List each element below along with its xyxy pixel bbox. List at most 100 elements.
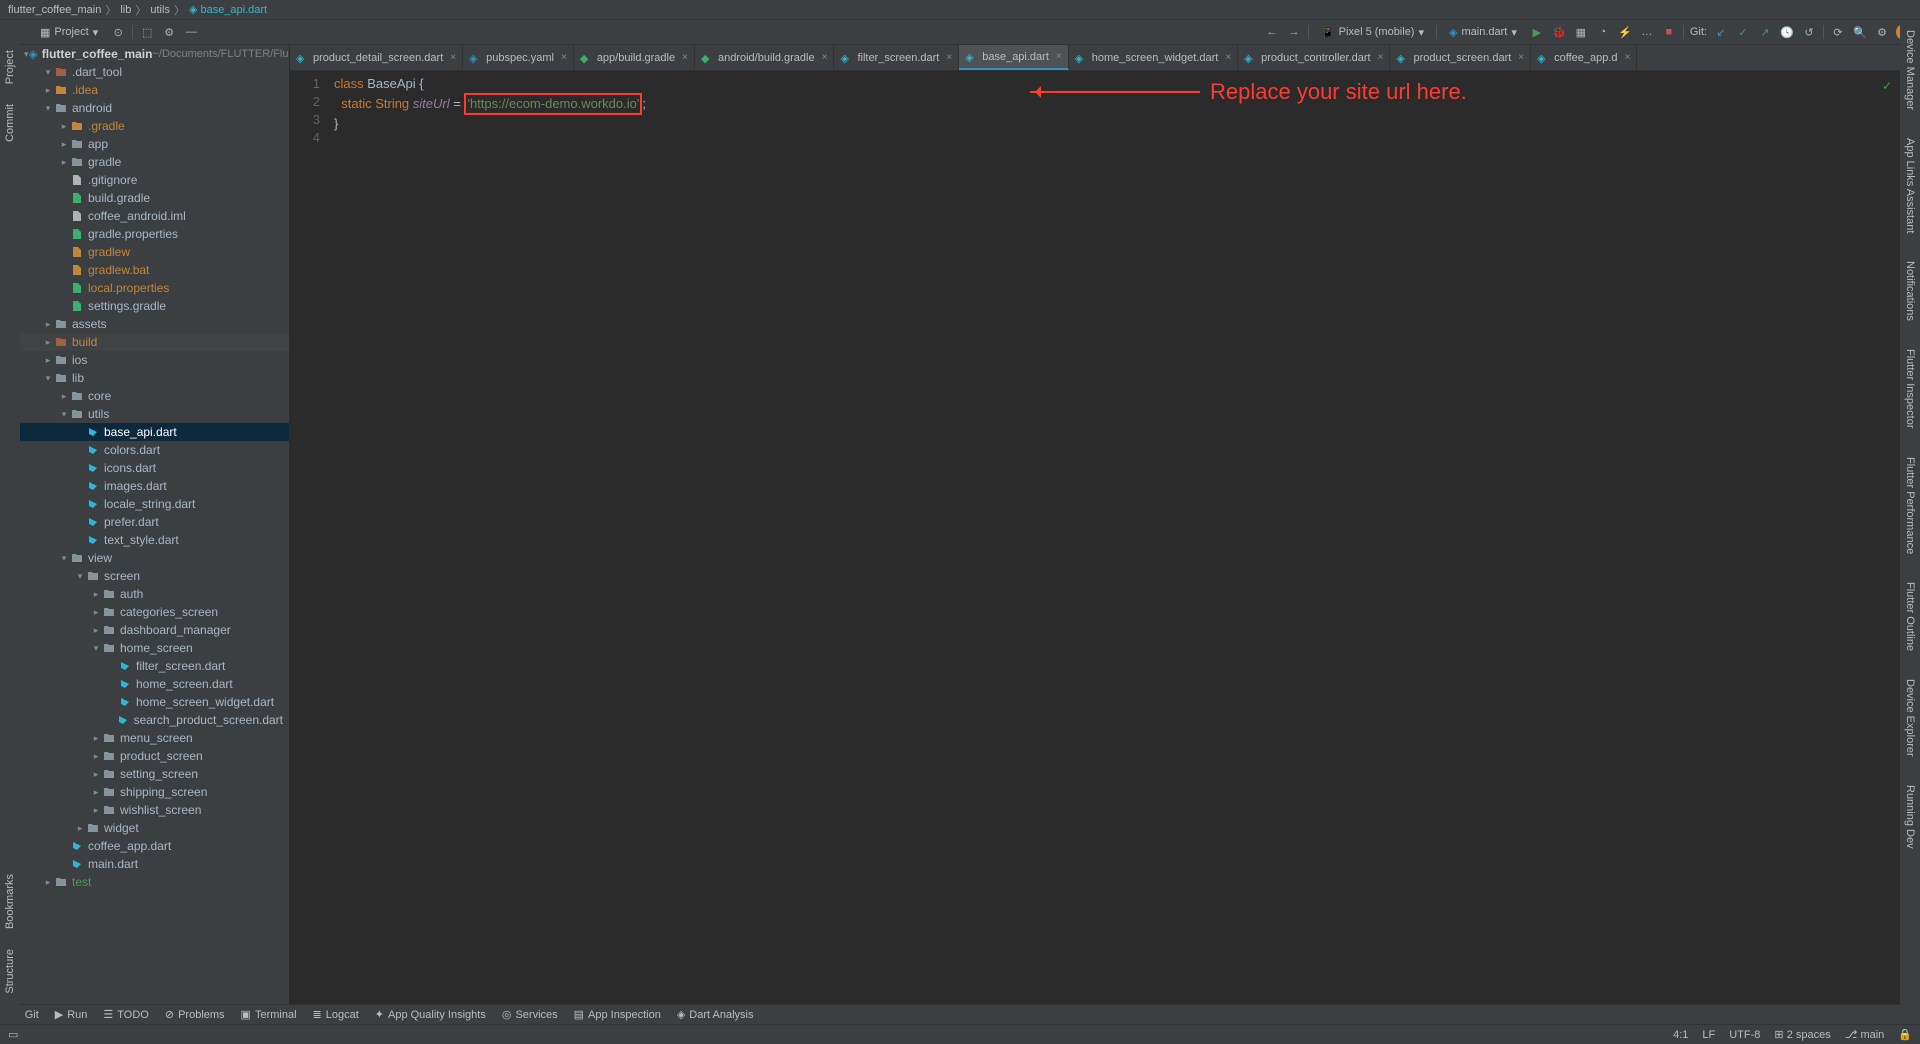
tree-item-coffee_app-dart[interactable]: coffee_app.dart xyxy=(20,837,289,855)
right-tab-flutter-outline[interactable]: Flutter Outline xyxy=(1904,582,1916,651)
tool-todo[interactable]: ☰ TODO xyxy=(103,1008,148,1021)
tree-item-auth[interactable]: ▸auth xyxy=(20,585,289,603)
tree-item-text_style-dart[interactable]: text_style.dart xyxy=(20,531,289,549)
close-tab-icon[interactable]: × xyxy=(1056,51,1062,62)
sync-icon[interactable]: ⟳ xyxy=(1830,24,1846,40)
left-tab-structure[interactable]: Structure xyxy=(4,949,16,994)
editor-tab-android-build-gradle[interactable]: ◆android/build.gradle× xyxy=(695,45,834,70)
left-tab-commit[interactable]: Commit xyxy=(4,104,16,142)
tree-item-icons-dart[interactable]: icons.dart xyxy=(20,459,289,477)
tree-item-filter_screen-dart[interactable]: filter_screen.dart xyxy=(20,657,289,675)
tool-app-inspection[interactable]: ▤ App Inspection xyxy=(574,1008,661,1021)
tree-item-ios[interactable]: ▸ios xyxy=(20,351,289,369)
tree-item-settings-gradle[interactable]: settings.gradle xyxy=(20,297,289,315)
attach-icon[interactable]: … xyxy=(1639,24,1655,40)
tool-run[interactable]: ▶ Run xyxy=(55,1008,88,1021)
nav-back-icon[interactable]: ← xyxy=(1264,24,1280,40)
tree-item-dashboard_manager[interactable]: ▸dashboard_manager xyxy=(20,621,289,639)
close-tab-icon[interactable]: × xyxy=(682,52,688,63)
expand-all-icon[interactable]: ⬚ xyxy=(139,24,155,40)
close-tab-icon[interactable]: × xyxy=(1518,52,1524,63)
analysis-ok-icon[interactable]: ✓ xyxy=(1882,77,1892,95)
tree-item-gradle-properties[interactable]: gradle.properties xyxy=(20,225,289,243)
tree-item-search_product_screen-dart[interactable]: search_product_screen.dart xyxy=(20,711,289,729)
right-tab-running-dev[interactable]: Running Dev xyxy=(1904,785,1916,849)
right-tab-flutter-inspector[interactable]: Flutter Inspector xyxy=(1904,349,1916,428)
tree-item-home_screen_widget-dart[interactable]: home_screen_widget.dart xyxy=(20,693,289,711)
tree-item-main-dart[interactable]: main.dart xyxy=(20,855,289,873)
tool-dart-analysis[interactable]: ◈ Dart Analysis xyxy=(677,1008,754,1021)
tree-item-gradlew-bat[interactable]: gradlew.bat xyxy=(20,261,289,279)
tree-item-local-properties[interactable]: local.properties xyxy=(20,279,289,297)
tree-item-widget[interactable]: ▸widget xyxy=(20,819,289,837)
right-tab-device-manager[interactable]: Device Manager xyxy=(1904,30,1916,110)
tool-problems[interactable]: ⊘ Problems xyxy=(165,1008,225,1021)
tool-terminal[interactable]: ▣ Terminal xyxy=(241,1008,297,1021)
tree-item--gradle[interactable]: ▸.gradle xyxy=(20,117,289,135)
search-icon[interactable]: 🔍 xyxy=(1852,24,1868,40)
vcs-rollback-icon[interactable]: ↺ xyxy=(1801,24,1817,40)
collapse-icon[interactable]: — xyxy=(183,24,199,40)
tree-item-colors-dart[interactable]: colors.dart xyxy=(20,441,289,459)
line-ending[interactable]: LF xyxy=(1702,1029,1715,1041)
tree-item-images-dart[interactable]: images.dart xyxy=(20,477,289,495)
caret-position[interactable]: 4:1 xyxy=(1673,1029,1688,1041)
close-tab-icon[interactable]: × xyxy=(561,52,567,63)
tree-item-base_api-dart[interactable]: base_api.dart xyxy=(20,423,289,441)
settings-icon[interactable]: ⚙ xyxy=(1874,24,1890,40)
tree-item-prefer-dart[interactable]: prefer.dart xyxy=(20,513,289,531)
tree-item--idea[interactable]: ▸.idea xyxy=(20,81,289,99)
vcs-history-icon[interactable]: 🕓 xyxy=(1779,24,1795,40)
nav-fwd-icon[interactable]: → xyxy=(1286,24,1302,40)
editor-tab-product_controller-dart[interactable]: ◈product_controller.dart× xyxy=(1238,45,1390,70)
tree-item-shipping_screen[interactable]: ▸shipping_screen xyxy=(20,783,289,801)
encoding[interactable]: UTF-8 xyxy=(1729,1029,1760,1041)
bc-0[interactable]: flutter_coffee_main xyxy=(8,4,101,16)
stop-icon[interactable]: ■ xyxy=(1661,24,1677,40)
indent[interactable]: ⊞ 2 spaces xyxy=(1774,1028,1830,1041)
tree-item-home_screen-dart[interactable]: home_screen.dart xyxy=(20,675,289,693)
tree-item-setting_screen[interactable]: ▸setting_screen xyxy=(20,765,289,783)
tree-item-menu_screen[interactable]: ▸menu_screen xyxy=(20,729,289,747)
tool-app-quality[interactable]: ✦ App Quality Insights xyxy=(375,1008,486,1021)
tree-item-view[interactable]: ▾view xyxy=(20,549,289,567)
git-branch[interactable]: ⎇ main xyxy=(1845,1028,1885,1041)
close-tab-icon[interactable]: × xyxy=(822,52,828,63)
tree-item--dart_tool[interactable]: ▾.dart_tool xyxy=(20,63,289,81)
tree-item-android[interactable]: ▾android xyxy=(20,99,289,117)
tree-item-home_screen[interactable]: ▾home_screen xyxy=(20,639,289,657)
status-message[interactable]: ▭ xyxy=(8,1028,18,1041)
tree-item-build[interactable]: ▸build xyxy=(20,333,289,351)
editor-tab-coffee_app-d[interactable]: ◈coffee_app.d× xyxy=(1531,45,1637,70)
tree-item-utils[interactable]: ▾utils xyxy=(20,405,289,423)
tree-item-core[interactable]: ▸core xyxy=(20,387,289,405)
lock-icon[interactable]: 🔒 xyxy=(1898,1028,1912,1041)
vcs-push-icon[interactable]: ↗ xyxy=(1757,24,1773,40)
tree-item-test[interactable]: ▸test xyxy=(20,873,289,891)
tree-item-categories_screen[interactable]: ▸categories_screen xyxy=(20,603,289,621)
editor-tab-pubspec-yaml[interactable]: ◈pubspec.yaml× xyxy=(463,45,574,70)
editor-tab-product_detail_screen-dart[interactable]: ◈product_detail_screen.dart× xyxy=(290,45,463,70)
editor-tab-app-build-gradle[interactable]: ◆app/build.gradle× xyxy=(574,45,695,70)
gear-icon[interactable]: ⚙ xyxy=(161,24,177,40)
left-tab-project[interactable]: Project xyxy=(4,50,16,84)
bc-2[interactable]: utils xyxy=(150,4,170,16)
vcs-commit-icon[interactable]: ✓ xyxy=(1735,24,1751,40)
vcs-update-icon[interactable]: ↙ xyxy=(1713,24,1729,40)
editor-tab-home_screen_widget-dart[interactable]: ◈home_screen_widget.dart× xyxy=(1069,45,1238,70)
left-tab-bookmarks[interactable]: Bookmarks xyxy=(4,874,16,929)
tree-item-coffee_android-iml[interactable]: coffee_android.iml xyxy=(20,207,289,225)
tree-root[interactable]: ▾◈flutter_coffee_main ~/Documents/FLUTTE… xyxy=(20,45,289,63)
device-selector[interactable]: 📱 Pixel 5 (mobile) ▾ xyxy=(1315,25,1430,40)
coverage-icon[interactable]: ▦ xyxy=(1573,24,1589,40)
close-tab-icon[interactable]: × xyxy=(946,52,952,63)
right-tab-app-links[interactable]: App Links Assistant xyxy=(1904,138,1916,233)
tree-item-app[interactable]: ▸app xyxy=(20,135,289,153)
close-tab-icon[interactable]: × xyxy=(1625,52,1631,63)
tool-services[interactable]: ◎ Services xyxy=(502,1008,558,1021)
code-editor[interactable]: 1234 class BaseApi { static String siteU… xyxy=(290,71,1900,1004)
select-opened-icon[interactable]: ⊙ xyxy=(110,24,126,40)
debug-icon[interactable]: 🐞 xyxy=(1551,24,1567,40)
editor-tab-base_api-dart[interactable]: ◈base_api.dart× xyxy=(959,45,1069,70)
hot-reload-icon[interactable]: ⚡ xyxy=(1617,24,1633,40)
